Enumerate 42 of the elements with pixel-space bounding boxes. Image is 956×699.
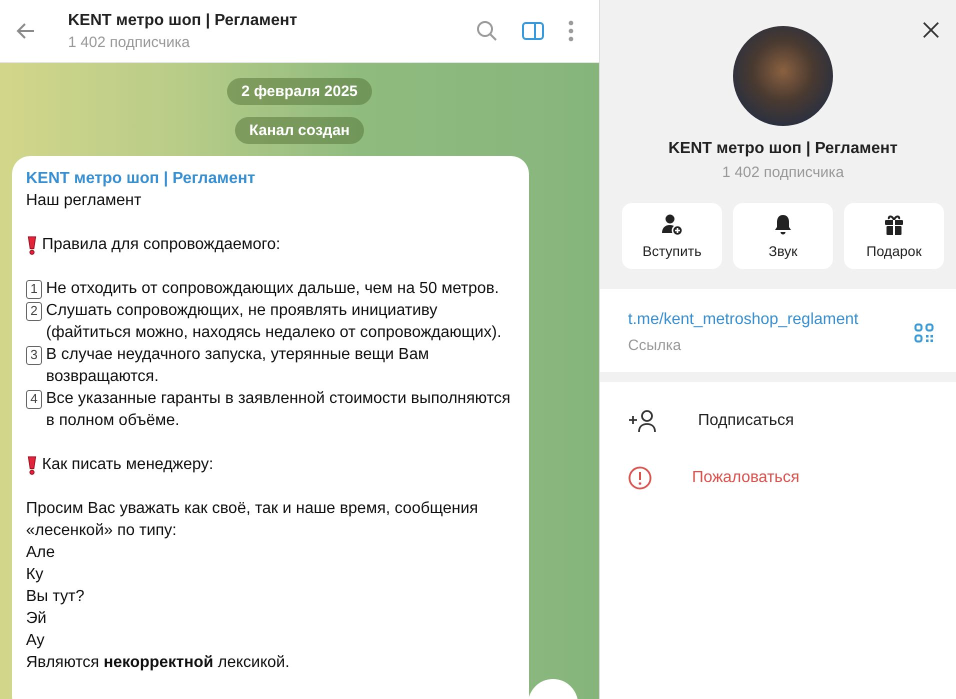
sidebar-toggle-icon[interactable] bbox=[521, 19, 545, 43]
exclamation-icon bbox=[26, 235, 38, 255]
link-caption: Ссылка bbox=[628, 337, 682, 354]
message-text: Ку bbox=[26, 565, 44, 585]
close-icon[interactable] bbox=[922, 21, 940, 39]
subscriber-count: 1 402 подписчика bbox=[68, 34, 191, 50]
qr-code-icon[interactable] bbox=[914, 322, 934, 342]
gift-icon bbox=[882, 213, 906, 237]
message-text: Правила для сопровождаемого: bbox=[42, 235, 282, 255]
message-text: Слушать сопровождющих, не проявлять инициативу (файтиться можно, находясь недалеко от сопровождающих). bbox=[46, 301, 502, 343]
join-button[interactable]: Вступить bbox=[622, 203, 722, 269]
message-text: Наш регламент bbox=[26, 191, 142, 211]
more-icon[interactable] bbox=[567, 19, 575, 43]
number-keycap: 1 bbox=[26, 280, 42, 299]
person-plus-icon bbox=[660, 213, 684, 237]
service-message: 2 февраля 2025 bbox=[227, 78, 372, 105]
search-icon[interactable] bbox=[475, 19, 499, 43]
message-text: Являются некорректной лексикой. bbox=[26, 653, 291, 673]
add-person-icon bbox=[628, 408, 658, 432]
message-text: В случае неудачного запуска, утерянные вещи Вам возвращаются. bbox=[46, 345, 430, 387]
warning-icon bbox=[628, 466, 652, 490]
number-keycap: 4 bbox=[26, 390, 42, 409]
sound-button[interactable]: Звук bbox=[733, 203, 833, 269]
channel-name: KENT метро шоп | Регламент bbox=[668, 140, 898, 158]
number-keycap: 2 bbox=[26, 302, 42, 321]
chat-title: KENT метро шоп | Регламент bbox=[68, 12, 298, 30]
number-keycap: 3 bbox=[26, 346, 42, 365]
message-text: Ау bbox=[26, 631, 46, 651]
service-message: Канал создан bbox=[235, 117, 364, 144]
subscriber-count: 1 402 подписчика bbox=[722, 164, 844, 181]
message-text: Не отходить от сопровождающих дальше, чем на 50 метров. bbox=[46, 279, 500, 299]
message-author: KENT метро шоп | Регламент bbox=[26, 169, 256, 189]
exclamation-icon bbox=[26, 455, 38, 475]
subscribe-menu-item[interactable]: Подписаться bbox=[600, 392, 956, 449]
message-text: Как писать менеджеру: bbox=[42, 455, 214, 475]
message-text: Вы тут? bbox=[26, 587, 86, 607]
message-text: Эй bbox=[26, 609, 48, 629]
report-menu-item[interactable]: Пожаловаться bbox=[600, 449, 956, 506]
gift-button[interactable]: Подарок bbox=[844, 203, 944, 269]
message-text: Просим Вас уважать как своё, так и наше время, сообщения «лесенкой» по типу: bbox=[26, 499, 480, 541]
message-text: Але bbox=[26, 543, 56, 563]
message-text: Все указанные гаранты в заявленной стоимости выполняются в полном объёме. bbox=[46, 389, 512, 431]
